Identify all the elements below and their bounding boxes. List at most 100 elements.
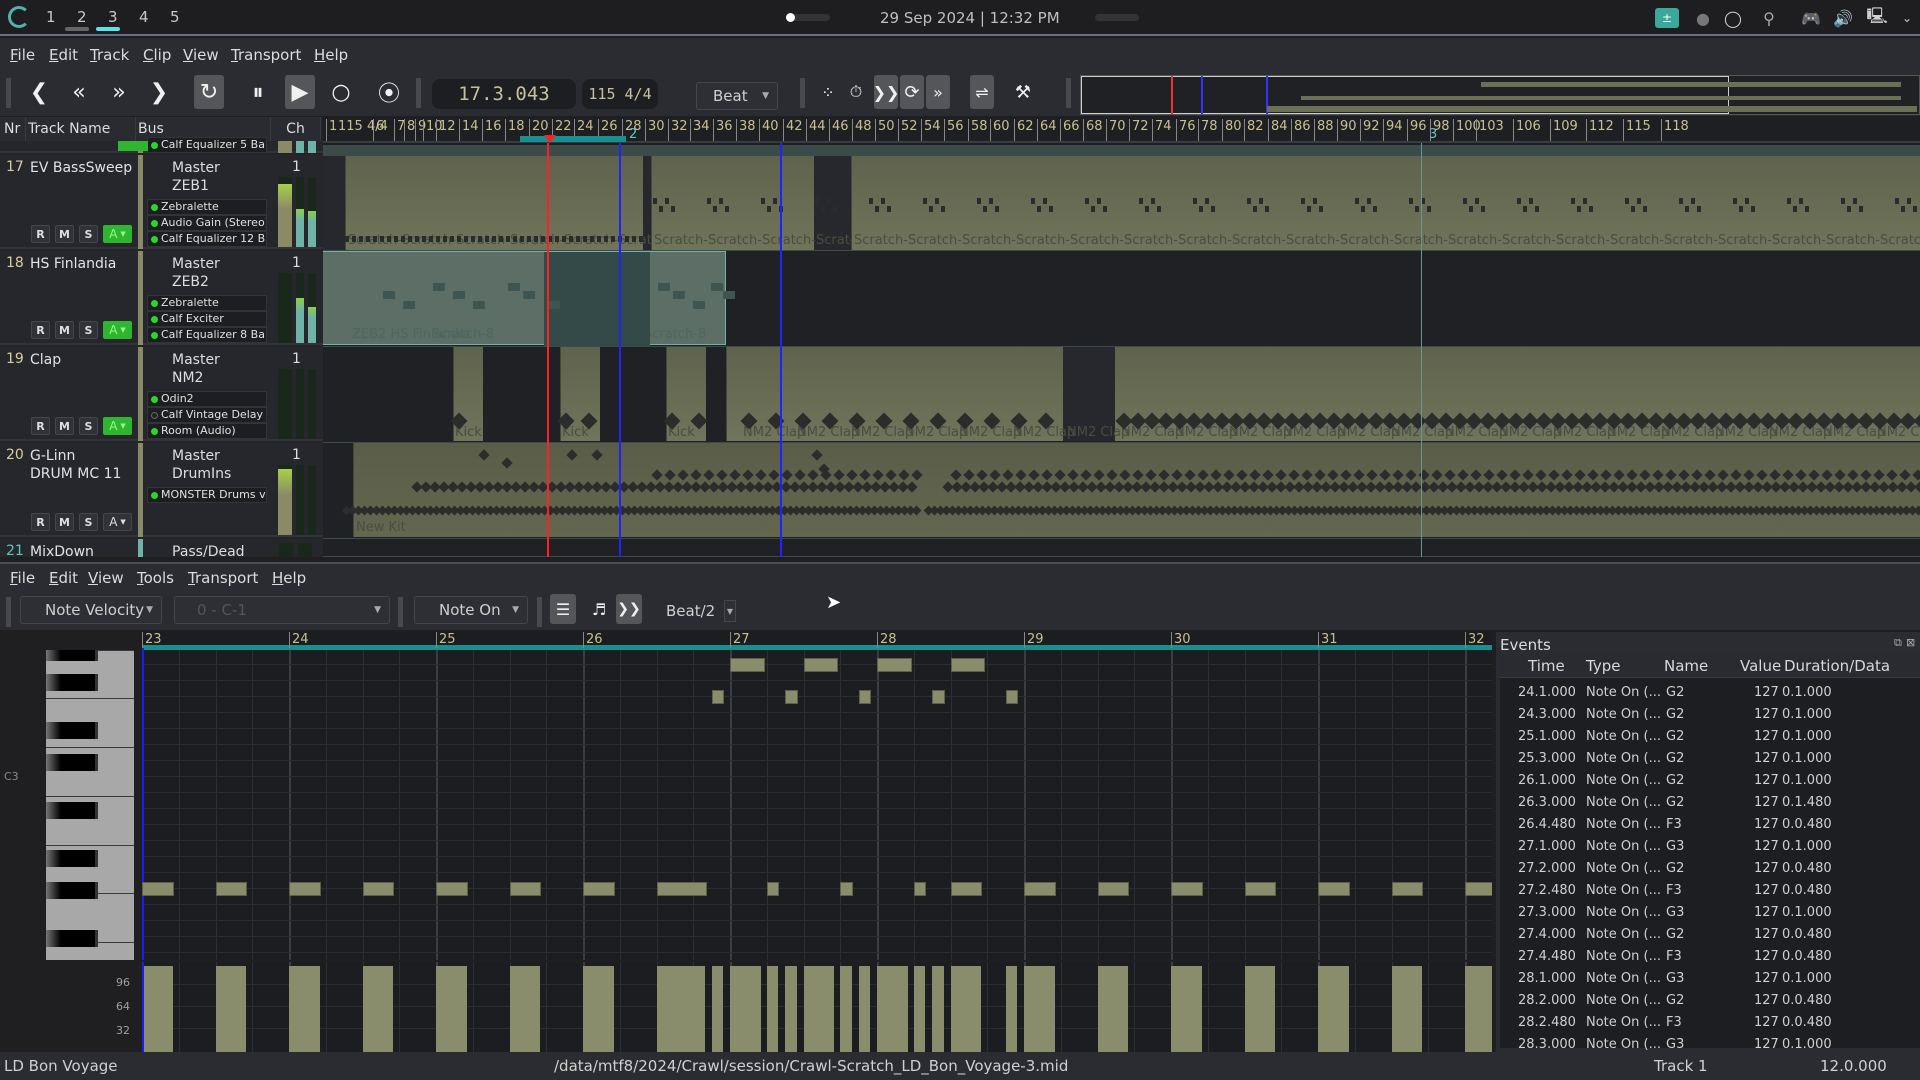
track-lane-18[interactable]: ZEB2 HS Finlandia Scratch-8 Scratch-8 bbox=[323, 251, 1920, 347]
volume-icon[interactable]: 🔊 bbox=[1832, 8, 1854, 28]
velocity-bar[interactable] bbox=[1005, 966, 1018, 1052]
velocity-bar[interactable] bbox=[583, 966, 614, 1052]
bus-output[interactable]: Master bbox=[172, 351, 220, 369]
note[interactable] bbox=[803, 658, 839, 672]
launcher-icon[interactable] bbox=[8, 6, 30, 28]
midi-clip[interactable]: Scratch-4Scratch-4Scratch-4Scratch-4Scra… bbox=[851, 156, 1920, 250]
mute-button[interactable]: M bbox=[55, 417, 74, 435]
note[interactable] bbox=[932, 690, 945, 704]
velocity-bar[interactable] bbox=[877, 966, 908, 1052]
position-display[interactable]: 17.3.043 bbox=[432, 79, 576, 109]
plugin-slot[interactable]: Zebralette bbox=[147, 199, 267, 215]
playhead-marker[interactable] bbox=[544, 135, 556, 143]
event-row[interactable]: 24.3.000 Note On (... G2 127 0.1.000 bbox=[1500, 704, 1916, 726]
workspace-3[interactable]: 3 bbox=[108, 8, 118, 26]
menu-help[interactable]: Help bbox=[314, 46, 348, 64]
header-track-name[interactable]: Track Name bbox=[26, 117, 136, 141]
track-lane-17[interactable]: Scratch-4Scratch-4Scratch-4Scratch-4Scra… bbox=[323, 156, 1920, 251]
black-key[interactable] bbox=[46, 850, 98, 867]
punch-button[interactable]: ⦿ bbox=[374, 75, 404, 109]
velocity-bar[interactable] bbox=[509, 966, 541, 1052]
discord-icon[interactable]: 🎮 bbox=[1800, 8, 1822, 28]
velocity-bar[interactable] bbox=[840, 966, 852, 1052]
note[interactable] bbox=[1391, 882, 1424, 896]
bus-output[interactable]: Master bbox=[172, 159, 220, 177]
record-arm-button[interactable]: R bbox=[31, 513, 50, 531]
note[interactable] bbox=[656, 882, 708, 896]
velocity-bar[interactable] bbox=[436, 966, 467, 1052]
workspace-2[interactable]: 2 bbox=[77, 8, 87, 26]
play-button[interactable]: ▶ bbox=[285, 75, 315, 109]
loop-region[interactable] bbox=[520, 136, 626, 142]
lightbulb-icon[interactable]: ⚲ bbox=[1758, 8, 1780, 28]
menu-clip[interactable]: Clip bbox=[143, 46, 171, 64]
plugin-slot[interactable]: Audio Gain (Stereo) bbox=[147, 215, 267, 231]
velocity-bar[interactable] bbox=[1465, 966, 1492, 1052]
velocity-bar[interactable] bbox=[1097, 966, 1129, 1052]
velocity-bar[interactable] bbox=[362, 966, 394, 1052]
list-view-button[interactable]: ☰ bbox=[550, 594, 576, 624]
skip-button[interactable]: » bbox=[926, 75, 950, 109]
velocity-bar[interactable] bbox=[913, 966, 926, 1052]
velocity-bar[interactable] bbox=[1391, 966, 1423, 1052]
record-arm-button[interactable]: R bbox=[31, 321, 50, 339]
media-progress[interactable] bbox=[786, 13, 830, 22]
pr-menu-transport[interactable]: Transport bbox=[188, 569, 258, 587]
velocity-bar[interactable] bbox=[766, 966, 779, 1052]
plugin-slot[interactable]: Room (Audio) bbox=[147, 423, 267, 439]
volume-slider[interactable] bbox=[1095, 14, 1139, 21]
channel-number[interactable]: 1 bbox=[292, 255, 301, 271]
mute-button[interactable]: M bbox=[55, 225, 74, 243]
velocity-bar[interactable] bbox=[1024, 966, 1055, 1052]
plugin-status-icon[interactable] bbox=[151, 396, 158, 403]
calculator-icon[interactable]: ± bbox=[1655, 8, 1679, 28]
loop-button[interactable]: ↻ bbox=[194, 75, 224, 109]
velocity-bar[interactable] bbox=[803, 966, 835, 1052]
velocity-bar[interactable] bbox=[785, 966, 797, 1052]
track-lane-partial[interactable] bbox=[323, 145, 1920, 156]
event-row[interactable]: 27.2.000 Note On (... G2 127 0.0.480 bbox=[1500, 858, 1916, 880]
close-panel-icon[interactable]: ⊠ bbox=[1906, 636, 1915, 649]
plugin-status-icon[interactable] bbox=[151, 428, 158, 435]
note[interactable] bbox=[436, 882, 468, 896]
black-key[interactable] bbox=[46, 650, 98, 661]
bus-output[interactable]: Pass/Dead bbox=[172, 543, 245, 557]
track-row[interactable]: 19 Clap Master NM2 1 Odin2 Calf Vintage Delay R… bbox=[0, 347, 323, 441]
note[interactable] bbox=[913, 882, 927, 896]
workspace-5[interactable]: 5 bbox=[170, 8, 180, 26]
plugin-status-icon[interactable] bbox=[151, 204, 158, 211]
plugin-status-icon[interactable] bbox=[151, 316, 158, 323]
note[interactable] bbox=[289, 882, 321, 896]
bus-channel-name[interactable]: ZEB2 bbox=[172, 273, 209, 291]
col-time[interactable]: Time bbox=[1528, 657, 1565, 675]
track-row[interactable]: 18 HS Finlandia Master ZEB2 1 Zebralette Calf … bbox=[0, 251, 323, 345]
workspace-4[interactable]: 4 bbox=[139, 8, 149, 26]
loop-bar[interactable] bbox=[142, 645, 1492, 650]
note[interactable] bbox=[766, 882, 780, 896]
step-record-button[interactable]: ♬ bbox=[586, 594, 612, 624]
solo-button[interactable]: S bbox=[79, 417, 98, 435]
black-key[interactable] bbox=[46, 754, 98, 771]
plugin-slot[interactable]: Calf Equalizer 12 Band bbox=[147, 231, 267, 247]
note[interactable] bbox=[1318, 882, 1350, 896]
black-key[interactable] bbox=[46, 802, 98, 819]
velocity-bar[interactable] bbox=[215, 966, 247, 1052]
note[interactable] bbox=[1005, 690, 1019, 704]
plugin-slot[interactable]: Calf Exciter bbox=[147, 311, 267, 327]
snap-select[interactable]: Beat ▼ bbox=[696, 82, 778, 110]
track-name[interactable]: HS Finlandia bbox=[30, 255, 116, 273]
note[interactable] bbox=[583, 882, 615, 896]
event-row[interactable]: 28.2.000 Note On (... G2 127 0.0.480 bbox=[1500, 990, 1916, 1012]
note[interactable] bbox=[1465, 882, 1492, 896]
plugin-status-icon[interactable] bbox=[151, 220, 158, 227]
col-type[interactable]: Type bbox=[1586, 657, 1620, 675]
pause-button[interactable]: ⏸ bbox=[243, 75, 273, 109]
note-number-field[interactable]: 0 - C-1 ▼ bbox=[174, 596, 390, 624]
snap-dropdown[interactable]: ▼ bbox=[724, 600, 736, 622]
mute-button[interactable]: M bbox=[55, 321, 74, 339]
menu-transport[interactable]: Transport bbox=[231, 46, 301, 64]
pr-menu-view[interactable]: View bbox=[88, 569, 124, 587]
record-arm-button[interactable]: R bbox=[31, 225, 50, 243]
event-row[interactable]: 27.2.480 Note On (... F3 127 0.0.480 bbox=[1500, 880, 1916, 902]
col-value[interactable]: Value bbox=[1740, 657, 1781, 675]
